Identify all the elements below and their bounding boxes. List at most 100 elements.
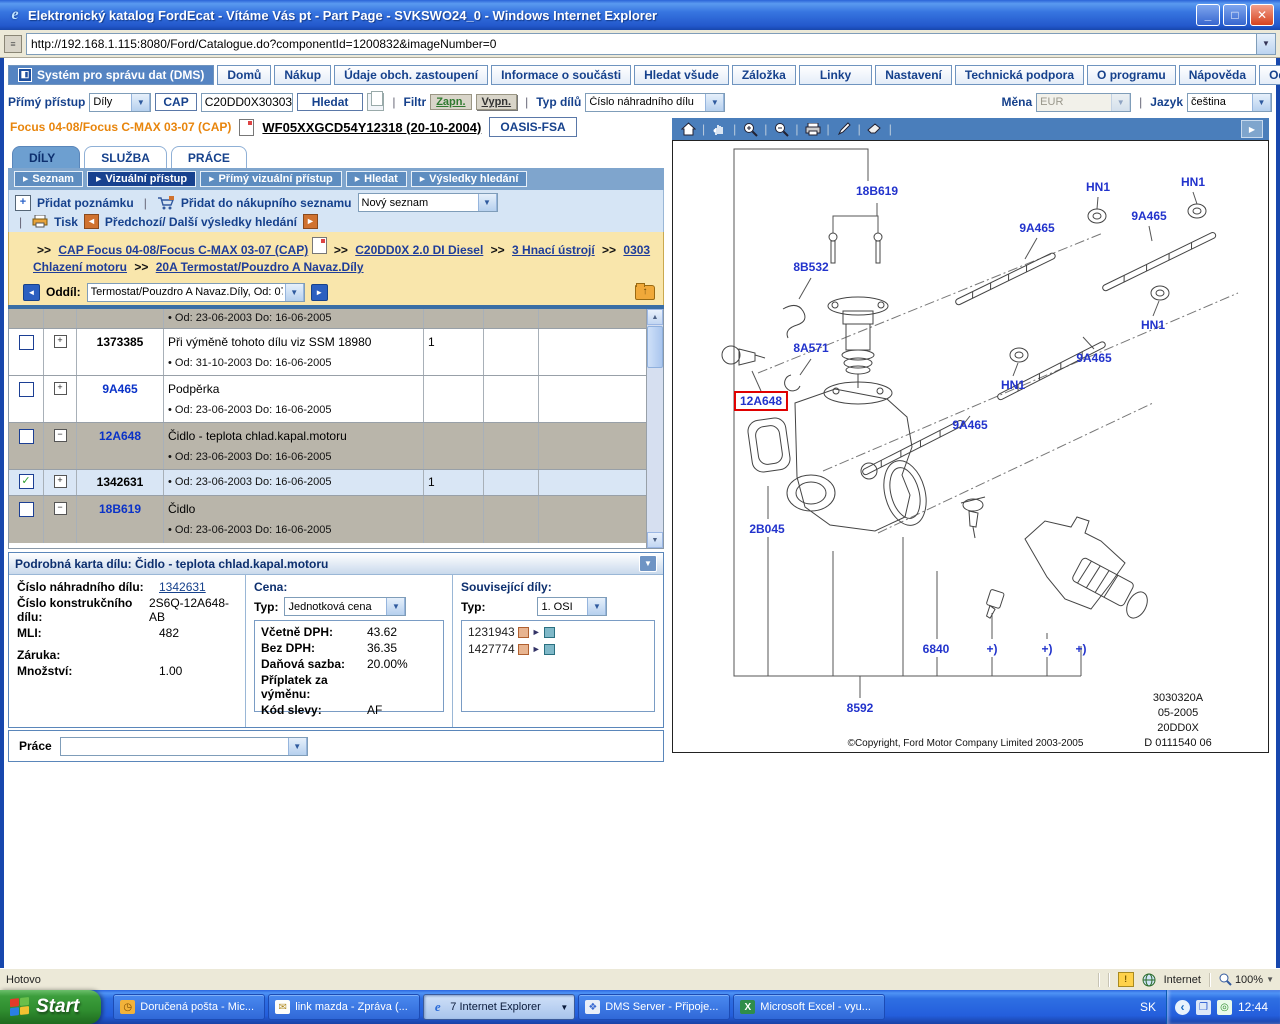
detail-collapse-button[interactable]: ▼ xyxy=(639,555,657,572)
dropdown-arrow-icon[interactable]: ▼ xyxy=(131,93,150,112)
dropdown-arrow-icon[interactable]: ▼ xyxy=(386,597,405,616)
prev-results-icon[interactable]: ◄ xyxy=(84,214,99,229)
part-label[interactable]: 6840 xyxy=(923,642,950,656)
part-label[interactable]: HN1 xyxy=(1086,180,1110,194)
nav-help-button[interactable]: Nápověda xyxy=(1179,65,1256,85)
nav-purchase-button[interactable]: Nákup xyxy=(274,65,331,85)
dropdown-arrow-icon[interactable]: ▼ xyxy=(587,597,606,616)
expand-toggle[interactable]: + xyxy=(54,335,67,348)
part-label[interactable]: HN1 xyxy=(1141,318,1165,332)
task-mail-message[interactable]: ✉ link mazda - Zpráva (... xyxy=(268,994,420,1020)
task-group-dropdown-icon[interactable]: ▼ xyxy=(560,1003,568,1012)
vehicle-doc-icon[interactable] xyxy=(239,119,254,136)
tab-dily[interactable]: DÍLY xyxy=(12,146,80,168)
maximize-button[interactable]: □ xyxy=(1223,4,1247,26)
part-label[interactable]: 18B619 xyxy=(856,184,898,198)
task-excel[interactable]: X Microsoft Excel - vyu... xyxy=(733,994,885,1020)
table-row-selected[interactable]: ✓ + 1342631 • Od: 23-06-2003 Do: 16-06-2… xyxy=(9,470,663,496)
dropdown-arrow-icon[interactable]: ▼ xyxy=(705,93,724,112)
row-checkbox[interactable] xyxy=(19,382,34,397)
language-indicator[interactable]: SK xyxy=(1140,1000,1156,1014)
start-button[interactable]: Start xyxy=(0,990,101,1024)
search-input[interactable]: C20DD0X303032 xyxy=(201,93,293,112)
price-type-select[interactable]: Jednotková cena▼ xyxy=(284,597,406,616)
nav-tech-support-button[interactable]: Technická podpora xyxy=(955,65,1084,85)
related-part-item[interactable]: 1231943 ► xyxy=(468,625,648,639)
table-row[interactable]: + 1373385 Při výměně tohoto dílu viz SSM… xyxy=(9,329,663,376)
part-label[interactable]: +) xyxy=(986,642,997,656)
scroll-up-button[interactable]: ▲ xyxy=(647,309,663,325)
nav-dms-button[interactable]: ◧Systém pro správu dat (DMS) xyxy=(8,65,214,85)
cap-button[interactable]: CAP xyxy=(155,93,196,111)
subnav-primy-vizualni-pristup[interactable]: ▶Přímý vizuální přístup xyxy=(200,171,342,187)
copy-page-icon[interactable] xyxy=(367,93,384,111)
table-row[interactable]: • Od: 23-06-2003 Do: 16-06-2005 xyxy=(9,309,663,329)
row-checkbox[interactable] xyxy=(19,335,34,350)
scroll-thumb[interactable] xyxy=(647,326,663,368)
part-number-link[interactable]: 9A465 xyxy=(77,376,164,422)
zoom-in-icon[interactable] xyxy=(740,120,760,138)
prev-next-results-link[interactable]: Předchozí/ Další výsledky hledání xyxy=(105,215,297,229)
part-type-select[interactable]: Číslo náhradního dílu▼ xyxy=(585,93,725,112)
labour-select[interactable]: ▼ xyxy=(60,737,308,756)
print-link[interactable]: Tisk xyxy=(54,215,78,229)
close-button[interactable]: ✕ xyxy=(1250,4,1274,26)
oasis-fsa-button[interactable]: OASIS-FSA xyxy=(489,117,576,137)
minimize-button[interactable]: _ xyxy=(1196,4,1220,26)
tray-antivirus-icon[interactable]: ◎ xyxy=(1217,1000,1232,1015)
part-label[interactable]: 2B045 xyxy=(749,522,784,536)
expand-toggle[interactable]: + xyxy=(54,475,67,488)
subnav-hledat[interactable]: ▶Hledat xyxy=(346,171,407,187)
part-label[interactable]: 9A465 xyxy=(1076,351,1111,365)
nav-logout-button[interactable]: Odhlášení xyxy=(1259,65,1280,85)
table-row[interactable]: − 18B619 Čidlo• Od: 23-06-2003 Do: 16-06… xyxy=(9,496,663,543)
part-label[interactable]: +) xyxy=(1075,642,1086,656)
part-number-link[interactable]: 18B619 xyxy=(77,496,164,543)
breadcrumb-catalog-link[interactable]: CAP Focus 04-08/Focus C-MAX 03-07 (CAP) xyxy=(58,243,308,257)
tray-chevron-icon[interactable]: ‹ xyxy=(1175,1000,1190,1015)
filter-on-button[interactable]: Zapn. xyxy=(430,94,471,110)
task-outlook[interactable]: ◷ Doručená pošta - Mic... xyxy=(113,994,265,1020)
part-label[interactable]: HN1 xyxy=(1001,378,1025,392)
shopping-list-select[interactable]: Nový seznam▼ xyxy=(358,193,498,212)
nav-bookmark-button[interactable]: Záložka xyxy=(732,65,796,85)
part-label[interactable]: 8A571 xyxy=(793,341,828,355)
url-dropdown-button[interactable]: ▼ xyxy=(1257,33,1276,55)
part-label[interactable]: 8B532 xyxy=(793,260,828,274)
dropdown-arrow-icon[interactable]: ▼ xyxy=(285,283,304,302)
breadcrumb-group-link[interactable]: 3 Hnací ústrojí xyxy=(512,243,595,257)
breadcrumb-section-link[interactable]: 20A Termostat/Pouzdro A Navaz.Díly xyxy=(156,260,364,274)
dropdown-arrow-icon[interactable]: ▼ xyxy=(1252,93,1271,112)
subnav-vysledky-hledani[interactable]: ▶Výsledky hledání xyxy=(411,171,528,187)
pencil-icon[interactable] xyxy=(834,120,854,138)
section-prev-button[interactable]: ◄ xyxy=(23,284,40,301)
tab-sluzba[interactable]: SLUŽBA xyxy=(84,146,167,168)
language-select[interactable]: čeština▼ xyxy=(1187,93,1272,112)
table-row[interactable]: + 9A465 Podpěrka• Od: 23-06-2003 Do: 16-… xyxy=(9,376,663,423)
add-note-link[interactable]: Přidat poznámku xyxy=(37,196,134,210)
related-type-select[interactable]: 1. OSI▼ xyxy=(537,597,607,616)
nav-dealer-data-button[interactable]: Údaje obch. zastoupení xyxy=(334,65,488,85)
nav-settings-button[interactable]: Nastavení xyxy=(875,65,952,85)
table-scrollbar[interactable]: ▲ ▼ xyxy=(646,309,663,548)
folder-up-icon[interactable]: ↑ xyxy=(635,285,655,300)
part-label[interactable]: 9A465 xyxy=(1019,221,1054,235)
part-label[interactable]: 8592 xyxy=(847,701,874,715)
table-row[interactable]: − 12A648 Čidlo - teplota chlad.kapal.mot… xyxy=(9,423,663,470)
task-internet-explorer[interactable]: e 7 Internet Explorer ▼ xyxy=(423,994,575,1020)
tray-windows-icon[interactable]: ❐ xyxy=(1196,1000,1211,1015)
eraser-icon[interactable] xyxy=(865,120,885,138)
vehicle-vin-link[interactable]: WF05XXGCD54Y12318 (20-10-2004) xyxy=(262,120,481,135)
part-label[interactable]: 9A465 xyxy=(1131,209,1166,223)
tab-prace[interactable]: PRÁCE xyxy=(171,146,247,168)
nav-search-all-button[interactable]: Hledat všude xyxy=(634,65,729,85)
part-number-detail-link[interactable]: 1342631 xyxy=(159,580,206,594)
row-checkbox[interactable] xyxy=(19,502,34,517)
part-label[interactable]: +) xyxy=(1041,642,1052,656)
nav-home-button[interactable]: Domů xyxy=(217,65,271,85)
section-next-button[interactable]: ► xyxy=(311,284,328,301)
exploded-view-diagram[interactable]: 18B619 HN1 HN1 9A465 9A465 8B532 8A571 1… xyxy=(672,140,1269,753)
next-image-button[interactable]: ▶ xyxy=(1241,120,1263,138)
direct-access-select[interactable]: Díly▼ xyxy=(89,93,151,112)
nav-about-button[interactable]: O programu xyxy=(1087,65,1176,85)
